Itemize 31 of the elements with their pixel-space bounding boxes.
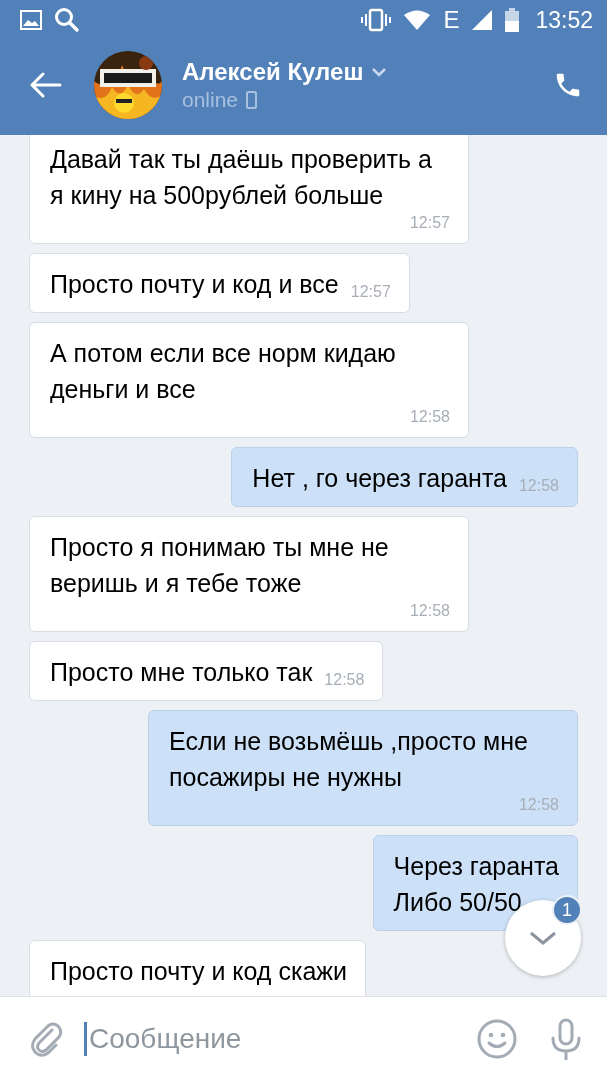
message-time: 12:57: [408, 213, 450, 233]
presence-status: online: [182, 87, 239, 112]
message-time: 12:58: [517, 795, 559, 815]
search-icon: [54, 7, 80, 33]
message-text: Нет , го через гаранта: [252, 463, 507, 494]
message-time: 12:58: [408, 601, 450, 621]
message-time: 12:58: [408, 407, 450, 427]
clock-time: 13:52: [535, 6, 593, 34]
message-text: Просто мне только так: [50, 657, 313, 688]
wifi-icon: [403, 9, 432, 31]
message-text: Просто почту и код скажи: [50, 956, 347, 987]
vibrate-icon: [361, 8, 392, 32]
message-text: Просто почту и код и все: [50, 269, 339, 300]
gallery-icon: [20, 10, 42, 30]
back-arrow-icon[interactable]: [30, 71, 62, 98]
network-type-label: E: [443, 6, 460, 34]
message-text: Если не возьмёшь ,просто мне посажиры не нужны: [169, 726, 529, 793]
chevron-down-icon: [528, 930, 558, 946]
signal-icon: [471, 9, 494, 31]
message-time: 12:57: [349, 282, 391, 302]
battery-icon: [505, 8, 520, 32]
smiley-icon[interactable]: [477, 1018, 517, 1059]
microphone-icon[interactable]: [549, 1017, 583, 1060]
phone-device-icon: [246, 90, 258, 109]
message-text: Просто я понимаю ты мне не веришь и я тебе тоже: [50, 532, 390, 599]
chevron-down-icon[interactable]: [371, 66, 388, 77]
message-text: Давай так ты даёшь проверить а я кину на 500рублей больше: [50, 144, 433, 211]
message-text: А потом если все норм кидаю деньги и все: [50, 338, 397, 405]
message-time: 12:58: [517, 476, 559, 496]
message-time: 12:58: [323, 670, 365, 690]
contact-name[interactable]: Алексей Кулеш: [182, 57, 364, 86]
